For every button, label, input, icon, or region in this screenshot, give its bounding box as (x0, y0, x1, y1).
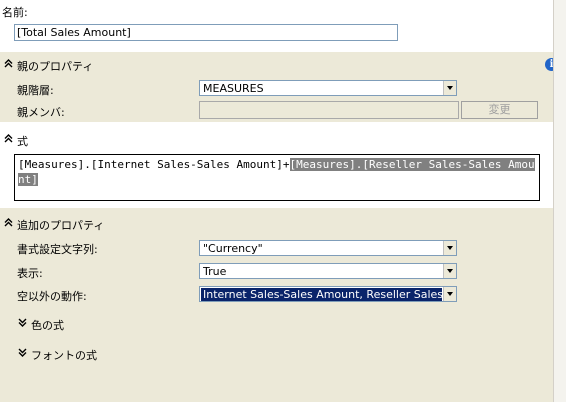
font-expressions-toggle[interactable]: フォントの式 (14, 344, 314, 366)
dropdown-arrow-icon[interactable] (443, 264, 456, 278)
color-expressions-label: 色の式 (31, 319, 64, 332)
dropdown-arrow-icon[interactable] (443, 81, 456, 95)
parent-member-field (199, 101, 459, 119)
non-empty-behavior-value: Internet Sales-Sales Amount, Reseller Sa… (201, 288, 442, 301)
visible-value: True (203, 265, 227, 278)
name-label: 名前: (2, 6, 28, 19)
font-expressions-label: フォントの式 (31, 349, 97, 362)
name-section: 名前: [Total Sales Amount] (0, 0, 553, 50)
collapse-chevron-icon[interactable] (4, 134, 13, 143)
non-empty-behavior-select[interactable]: Internet Sales-Sales Amount, Reseller Sa… (199, 286, 457, 302)
parent-properties-header[interactable]: 親のプロパティ (0, 56, 553, 78)
visible-select[interactable]: True (199, 263, 457, 279)
color-expressions-toggle[interactable]: 色の式 (14, 314, 314, 336)
change-button[interactable]: 変更 (461, 101, 538, 119)
parent-hierarchy-label: 親階層: (17, 84, 54, 97)
visible-label: 表示: (17, 267, 43, 280)
vertical-scrollbar[interactable] (553, 0, 566, 402)
expand-chevron-icon[interactable] (18, 318, 27, 327)
parent-member-label: 親メンバ: (17, 106, 65, 119)
parent-properties-title: 親のプロパティ (17, 60, 94, 73)
dropdown-arrow-icon[interactable] (443, 241, 456, 255)
expression-text: [Measures].[Internet Sales-Sales Amount]… (18, 158, 290, 171)
additional-properties-header[interactable]: 追加のプロパティ (0, 214, 553, 236)
additional-properties-section: 追加のプロパティ 書式設定文字列: "Currency" 表示: True 空以… (0, 208, 553, 402)
expression-title: 式 (17, 135, 28, 148)
expression-editor[interactable]: [Measures].[Internet Sales-Sales Amount]… (14, 154, 540, 201)
expression-header[interactable]: 式 (0, 130, 553, 152)
parent-properties-section: 親のプロパティ i 親階層: MEASURES 親メンバ: 変更 (0, 52, 558, 122)
parent-hierarchy-select[interactable]: MEASURES (199, 80, 457, 96)
dropdown-arrow-icon[interactable] (443, 287, 456, 301)
format-string-label: 書式設定文字列: (17, 243, 98, 256)
collapse-chevron-icon[interactable] (4, 59, 13, 68)
name-input[interactable]: [Total Sales Amount] (14, 24, 398, 41)
collapse-chevron-icon[interactable] (4, 218, 13, 227)
calculation-properties-pane: 名前: [Total Sales Amount] 親のプロパティ i 親階層: … (0, 0, 558, 402)
format-string-select[interactable]: "Currency" (199, 240, 457, 256)
parent-hierarchy-value: MEASURES (203, 82, 264, 95)
expand-chevron-icon[interactable] (18, 348, 27, 357)
format-string-value: "Currency" (203, 242, 263, 255)
non-empty-behavior-label: 空以外の動作: (17, 290, 87, 303)
additional-properties-title: 追加のプロパティ (17, 219, 105, 232)
